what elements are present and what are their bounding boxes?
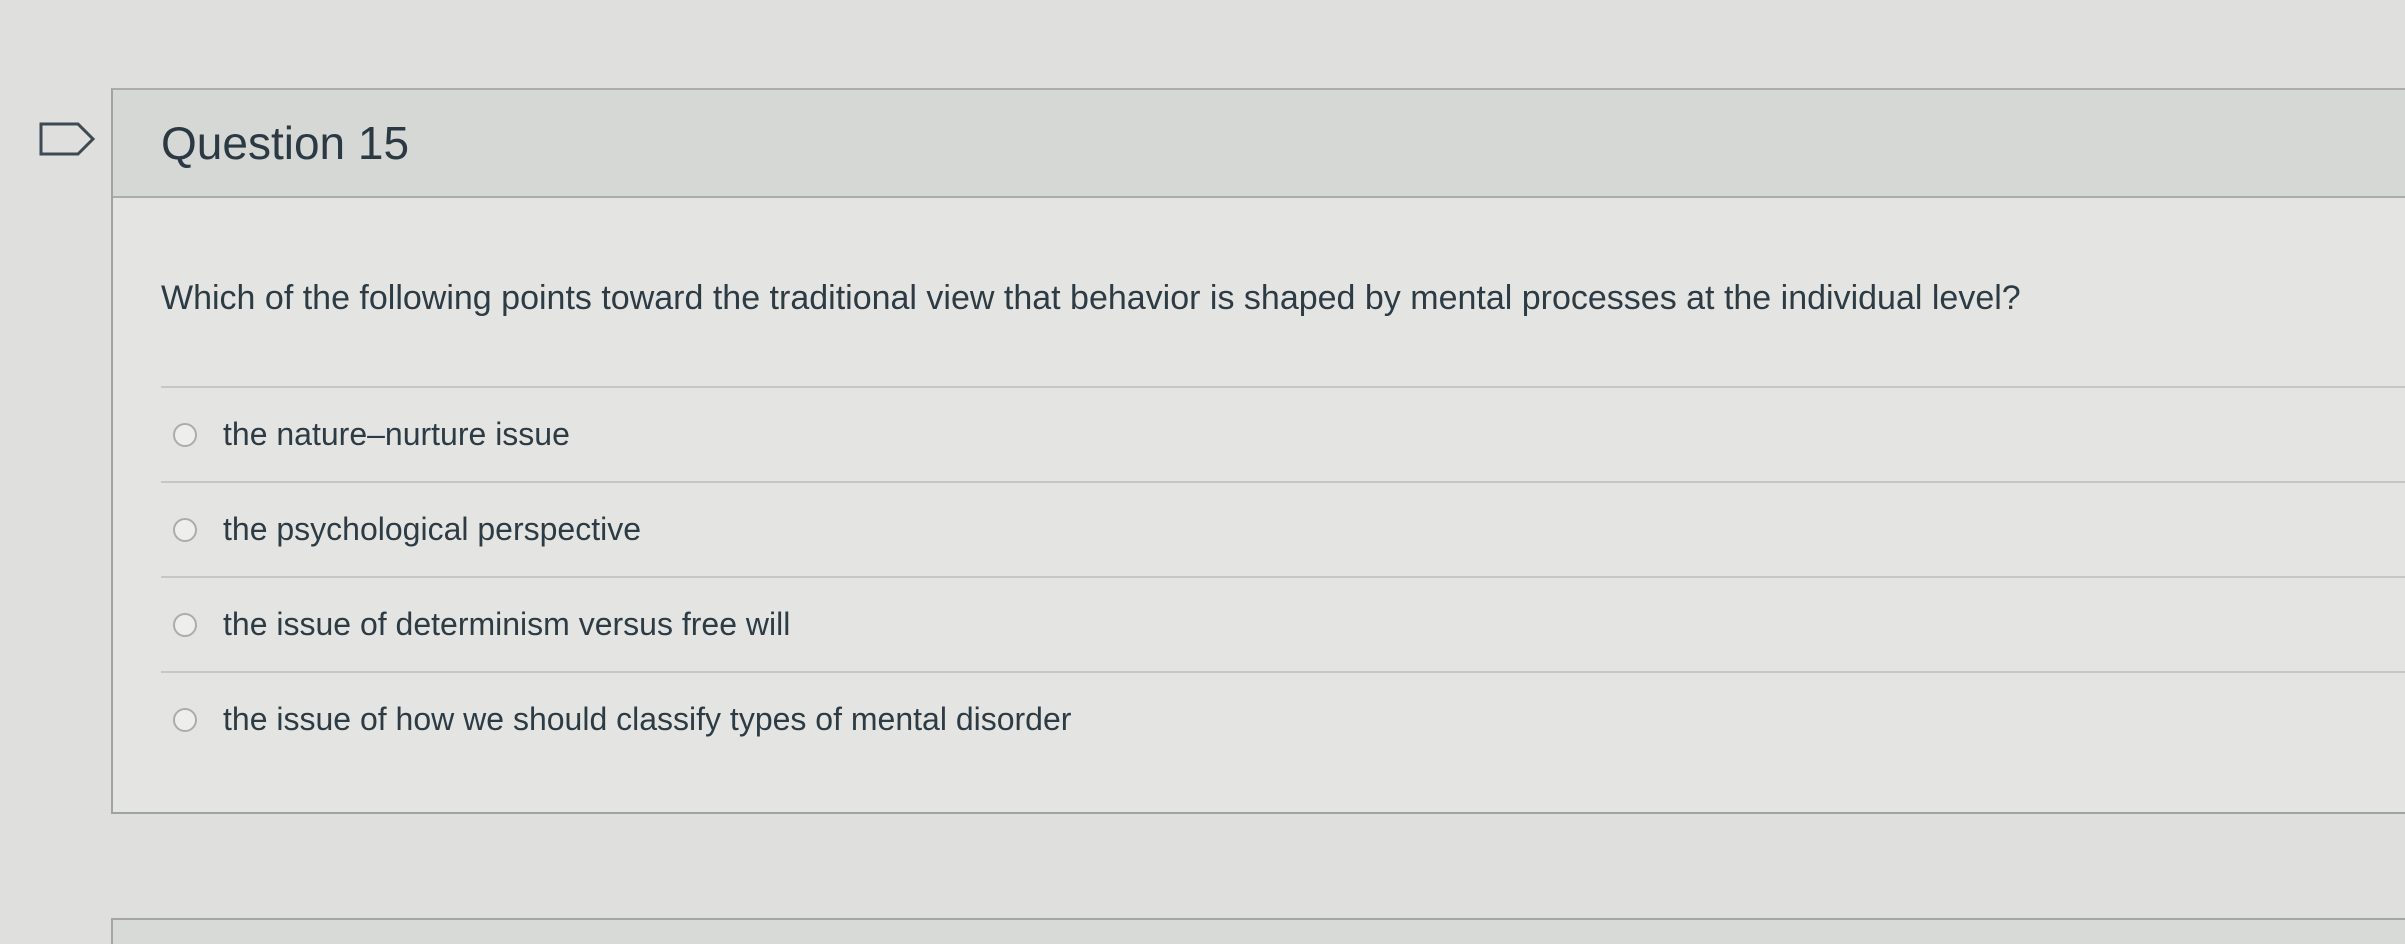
- answer-label[interactable]: the issue of determinism versus free wil…: [223, 605, 790, 643]
- answer-option-1[interactable]: the nature–nurture issue: [161, 386, 2405, 481]
- radio-button[interactable]: [173, 518, 197, 542]
- answer-label[interactable]: the psychological perspective: [223, 510, 641, 548]
- flag-question-icon[interactable]: [38, 121, 98, 157]
- answer-label[interactable]: the issue of how we should classify type…: [223, 700, 1071, 738]
- radio-button[interactable]: [173, 708, 197, 732]
- answer-option-4[interactable]: the issue of how we should classify type…: [161, 671, 2405, 766]
- radio-button[interactable]: [173, 613, 197, 637]
- question-header: Question 15: [113, 90, 2405, 198]
- answer-option-3[interactable]: the issue of determinism versus free wil…: [161, 576, 2405, 671]
- answer-label[interactable]: the nature–nurture issue: [223, 415, 570, 453]
- question-text: Which of the following points toward the…: [161, 279, 2021, 317]
- question-title: Question 15: [161, 117, 410, 169]
- question-card: Question 15 Which of the following point…: [111, 88, 2405, 814]
- radio-button[interactable]: [173, 423, 197, 447]
- next-question-card: [111, 918, 2405, 944]
- answer-option-2[interactable]: the psychological perspective: [161, 481, 2405, 576]
